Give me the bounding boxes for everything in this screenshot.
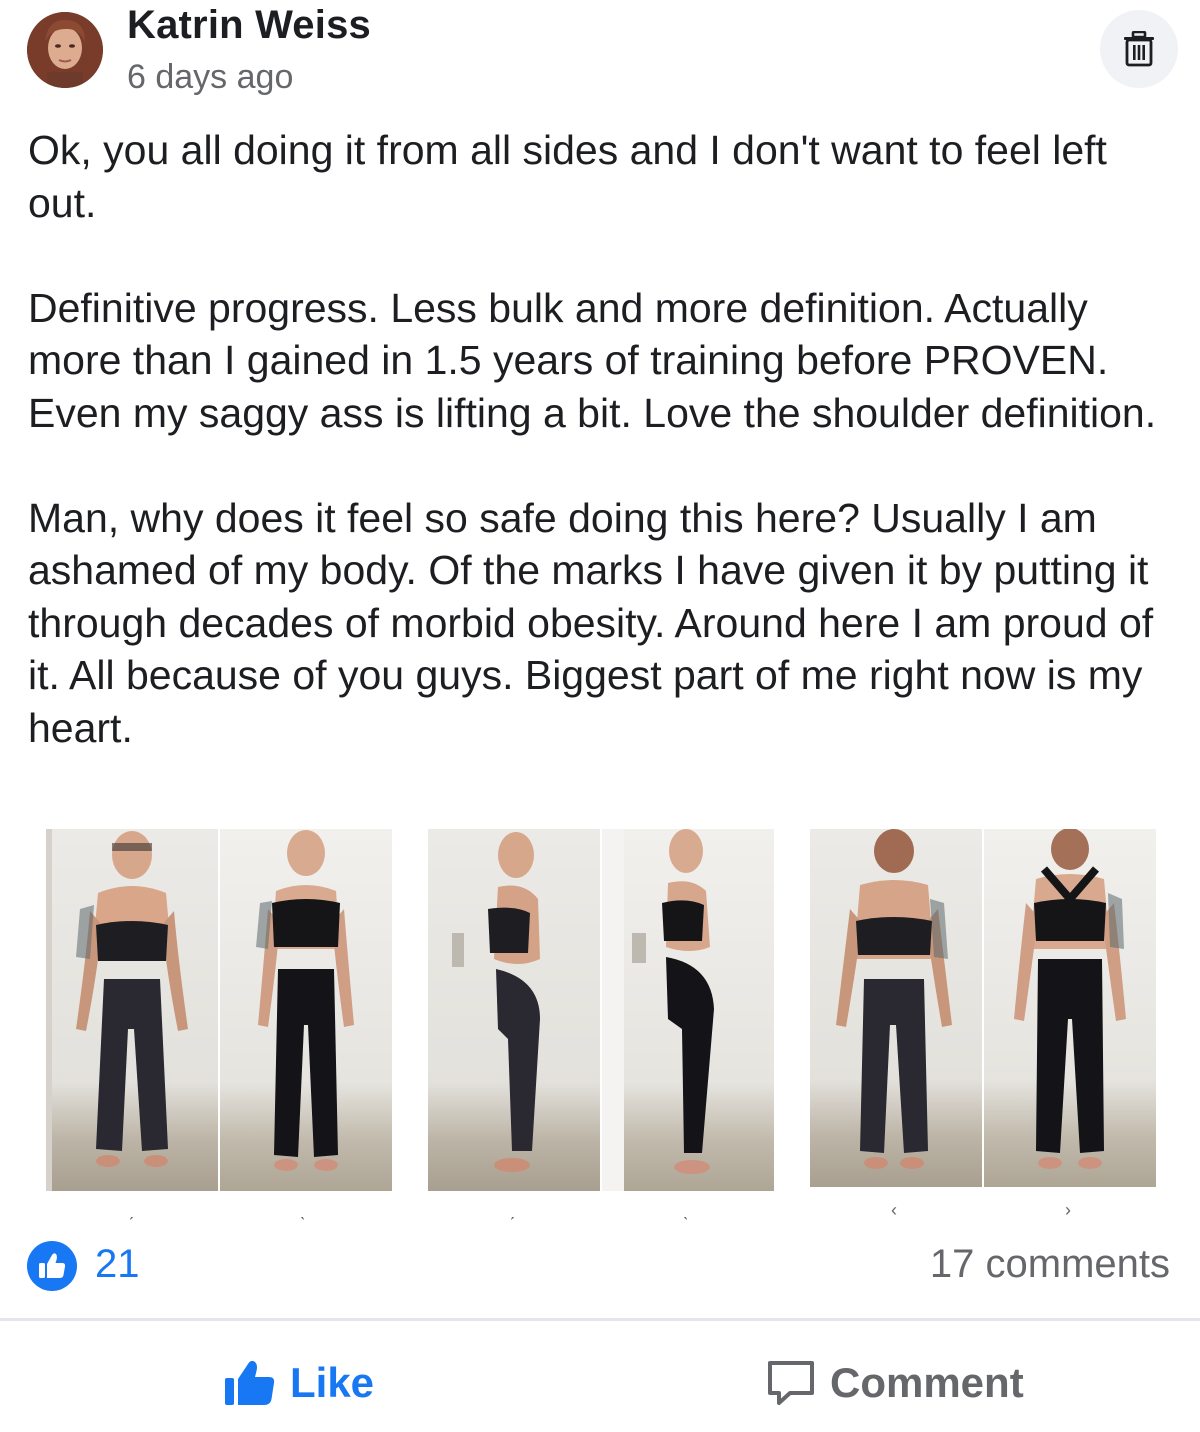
post-paragraph: Definitive progress. Less bulk and more … [28,284,1157,436]
photo-caption-mark: ˎ [683,1200,689,1220]
like-button[interactable]: Like [224,1350,374,1416]
photo-caption-mark: ˎ [300,1200,306,1220]
photo-back-before[interactable] [810,829,982,1187]
post-body: Ok, you all doing it from all sides and … [28,124,1178,754]
photo-back-after[interactable] [982,829,1156,1187]
author-avatar[interactable] [27,12,103,88]
author-name[interactable]: Katrin Weiss [127,3,371,48]
photo-back-comparison[interactable] [810,829,1156,1187]
post-paragraph: Ok, you all doing it from all sides and … [28,127,1107,226]
thumbs-up-icon [225,1360,275,1405]
photo-front-before[interactable] [46,829,218,1191]
photo-caption-mark: › [1065,1200,1071,1220]
comment-button-label: Comment [830,1359,1024,1406]
photo-side-before[interactable] [428,829,600,1191]
post-paragraph: Man, why does it feel so safe doing this… [28,494,1154,751]
photo-caption-mark: ˏ [128,1200,134,1220]
like-reaction-badge[interactable] [27,1241,77,1291]
photo-side-after[interactable] [600,829,774,1191]
photo-side-comparison[interactable] [428,829,774,1191]
like-count[interactable]: 21 [95,1242,140,1287]
photo-caption-mark: ˏ [509,1200,515,1220]
comments-count[interactable]: 17 comments [930,1242,1170,1287]
like-button-label: Like [290,1359,375,1406]
post-timestamp[interactable]: 6 days ago [127,58,293,97]
thumbs-up-icon [39,1253,66,1278]
speech-bubble-icon [768,1361,814,1405]
photo-caption-mark: ‹ [891,1200,897,1220]
photo-front-comparison[interactable] [46,829,392,1191]
trash-icon [1124,31,1154,67]
divider [0,1318,1200,1321]
photo-front-after[interactable] [218,829,392,1191]
comment-button[interactable]: Comment [766,1350,1024,1416]
delete-post-button[interactable] [1100,10,1178,88]
